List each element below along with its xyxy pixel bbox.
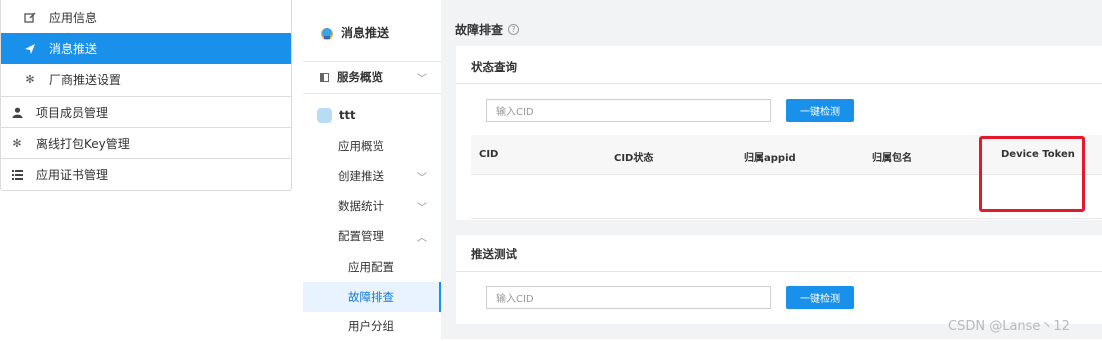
sidebar-item-members[interactable]: 项目成员管理 — [1, 97, 291, 128]
cid-input[interactable]: 输入CID — [486, 286, 771, 309]
chevron-down-icon: ﹀ — [417, 202, 427, 214]
check-button[interactable]: 一键检测 — [786, 99, 854, 122]
column-header: 归属包名 — [872, 153, 912, 164]
gear-icon: ✻ — [12, 137, 22, 150]
sidebar-item-label: 应用证书管理 — [36, 168, 109, 182]
edit-icon — [23, 11, 37, 25]
sidebar-item-label: 消息推送 — [49, 42, 98, 56]
divider — [303, 93, 441, 94]
sidebar-item-label: 项目成员管理 — [36, 106, 109, 120]
sidebar-item-label: 应用信息 — [49, 11, 98, 25]
menu-app-overview[interactable]: 应用概览 — [303, 131, 441, 161]
service-menu: 消息推送 服务概览 ﹀ ttt 应用概览 创建推送 ﹀ 数据统计 ﹀ 配置管理 … — [303, 0, 441, 339]
menu-app-ttt[interactable]: ttt — [303, 100, 441, 130]
sidebar-item-certificates[interactable]: 应用证书管理 — [1, 159, 291, 190]
chevron-up-icon: ︿ — [417, 232, 427, 244]
panel-title: 状态查询 — [471, 60, 517, 74]
list-icon — [10, 168, 24, 182]
menu-config-management[interactable]: 配置管理 ︿ — [303, 221, 441, 251]
cid-input[interactable]: 输入CID — [486, 99, 771, 122]
sidebar-item-offline-key[interactable]: ✻ 离线打包Key管理 — [1, 128, 291, 159]
menu-data-stats[interactable]: 数据统计 ﹀ — [303, 191, 441, 221]
left-sidebar: 应用信息 消息推送 ✻ 厂商推送设置 项目成员管理 ✻ 离线打包Key管理 应用… — [0, 0, 292, 191]
column-header: CID状态 — [614, 153, 654, 164]
sidebar-item-message-push[interactable]: 消息推送 — [1, 33, 291, 64]
sidebar-item-app-info[interactable]: 应用信息 — [1, 2, 291, 33]
push-test-panel: 推送测试 输入CID 一键检测 — [456, 235, 1102, 324]
push-logo-icon — [321, 27, 333, 40]
menu-create-push[interactable]: 创建推送 ﹀ — [303, 161, 441, 191]
help-icon[interactable]: ? — [508, 24, 520, 35]
send-icon — [23, 42, 37, 56]
sidebar-item-label: 厂商推送设置 — [49, 73, 122, 87]
sidebar-item-vendor-push-settings[interactable]: ✻ 厂商推送设置 — [1, 64, 291, 95]
page-title: 故障排查 ? — [455, 21, 520, 38]
user-icon — [10, 106, 24, 120]
panel-title: 推送测试 — [471, 247, 517, 261]
divider — [456, 271, 1102, 272]
menu-app-config[interactable]: 应用配置 — [303, 252, 441, 282]
sidebar-item-label: 离线打包Key管理 — [36, 137, 130, 151]
app-icon — [317, 107, 332, 123]
chevron-down-icon: ﹀ — [417, 172, 427, 184]
watermark: CSDN @Lanse丶12 — [948, 319, 1070, 334]
chevron-down-icon: ﹀ — [417, 73, 427, 85]
gear-icon: ✻ — [25, 73, 35, 86]
menu-troubleshooting[interactable]: 故障排查 — [303, 282, 441, 312]
grid-icon — [320, 72, 329, 82]
column-header: CID — [479, 149, 499, 160]
service-title: 消息推送 — [319, 24, 389, 41]
column-header: 归属appid — [744, 153, 796, 164]
menu-service-overview[interactable]: 服务概览 ﹀ — [303, 62, 441, 92]
check-button[interactable]: 一键检测 — [786, 286, 854, 309]
highlight-box — [979, 136, 1085, 212]
table-bottom-border — [471, 218, 1102, 219]
menu-user-groups[interactable]: 用户分组 — [303, 311, 441, 341]
divider — [456, 83, 1102, 84]
